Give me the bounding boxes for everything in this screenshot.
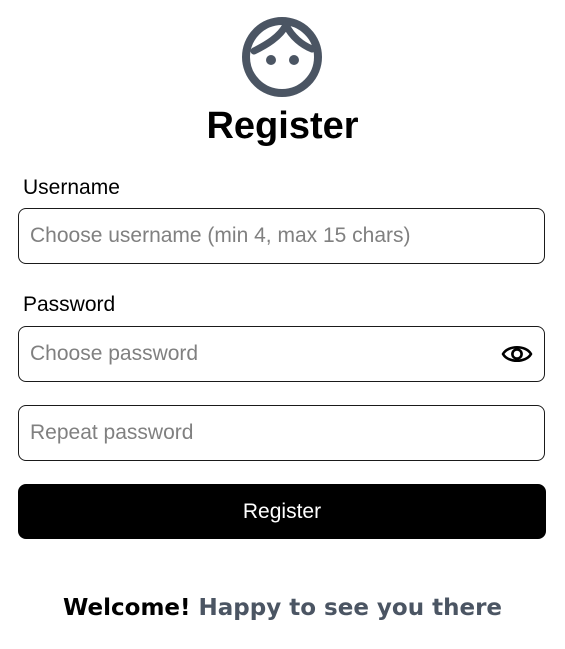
face-icon bbox=[240, 15, 324, 99]
password-field-box bbox=[18, 326, 545, 382]
password-label: Password bbox=[23, 293, 116, 316]
username-label: Username bbox=[23, 176, 120, 199]
register-button[interactable]: Register bbox=[18, 484, 546, 539]
eye-icon[interactable] bbox=[501, 342, 533, 366]
password-input[interactable] bbox=[30, 327, 500, 381]
repeat-password-field-box bbox=[18, 405, 545, 461]
repeat-password-input[interactable] bbox=[30, 406, 500, 460]
page-title: Register bbox=[206, 105, 359, 147]
welcome-text: Welcome! bbox=[62, 595, 191, 621]
username-input[interactable] bbox=[30, 209, 500, 263]
username-field-box bbox=[18, 208, 545, 264]
footer-message: Welcome! Happy to see you there bbox=[0, 593, 565, 623]
happy-text: Happy to see you there bbox=[198, 595, 503, 621]
register-page: Register Username Password Register Welc… bbox=[0, 0, 565, 649]
